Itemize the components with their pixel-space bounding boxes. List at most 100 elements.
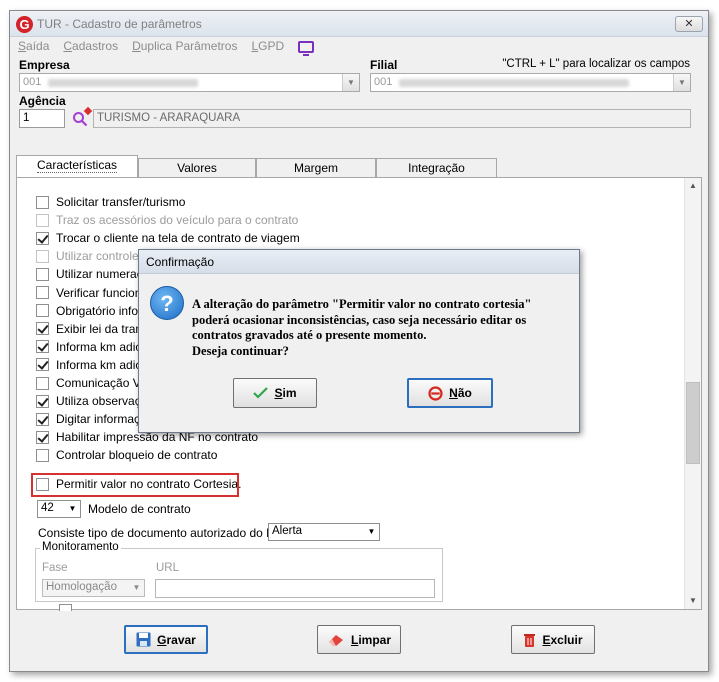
checkbox[interactable] — [59, 604, 72, 611]
menu-cadastros[interactable]: Cadastros — [63, 39, 118, 57]
message-line: Deseja continuar? — [192, 343, 289, 358]
limpar-label: Limpar — [350, 632, 392, 647]
checkbox-label: Trocar o cliente na tela de contrato de … — [56, 231, 300, 246]
nao-label: Não — [449, 386, 472, 400]
message-line: A alteração do parâmetro "Permitir valor… — [192, 297, 532, 311]
chevron-down-icon[interactable]: ▼ — [673, 74, 690, 91]
checkbox[interactable] — [36, 394, 49, 408]
dialog-title[interactable]: Confirmação — [139, 250, 579, 274]
chevron-down-icon[interactable]: ▼ — [342, 74, 359, 91]
limpar-button[interactable]: Limpar — [317, 625, 401, 654]
dialog-message: A alteração do parâmetro "Permitir valor… — [192, 297, 572, 359]
checkbox[interactable] — [36, 412, 49, 426]
tab-margem[interactable]: Margem — [256, 158, 376, 178]
checkbox-row[interactable]: Verificar funcionári — [36, 285, 155, 301]
agencia-code-input[interactable]: 1 — [19, 109, 65, 128]
checkbox-row[interactable]: Solicitar transfer/turismo — [36, 194, 185, 210]
checkbox[interactable] — [36, 430, 49, 444]
search-hint: "CTRL + L" para localizar os campos — [502, 58, 690, 70]
agencia-label: Agência — [19, 94, 66, 108]
checkbox-row[interactable]: Traz os acessórios do veículo para o con… — [36, 212, 298, 228]
menu-duplica-parametros[interactable]: Duplica Parâmetros — [132, 39, 237, 57]
vertical-scrollbar[interactable]: ▲ ▼ — [684, 178, 701, 609]
window-title: TUR - Cadastro de parâmetros — [37, 17, 202, 31]
prohibited-icon — [428, 385, 443, 401]
modelo-label: Modelo de contrato — [88, 502, 191, 516]
gravar-button[interactable]: Gravar — [124, 625, 208, 654]
checkbox-row[interactable]: Trocar o cliente na tela de contrato de … — [36, 230, 300, 246]
url-input[interactable] — [155, 579, 435, 598]
scroll-up-icon[interactable]: ▲ — [685, 178, 701, 194]
checkbox[interactable] — [36, 231, 49, 245]
checkbox[interactable] — [36, 448, 49, 462]
checkbox[interactable] — [36, 304, 49, 318]
consiste-select[interactable]: Alerta ▼ — [268, 523, 380, 541]
consiste-label: Consiste tipo de documento autorizado do… — [38, 526, 291, 540]
question-icon: ? — [150, 286, 184, 320]
chevron-down-icon[interactable]: ▼ — [129, 580, 144, 596]
menu-saida[interactable]: Saída — [18, 39, 49, 57]
redacted-text — [399, 79, 629, 87]
filial-label: Filial — [370, 58, 398, 72]
save-icon — [136, 632, 151, 647]
sim-button[interactable]: Sim — [233, 378, 317, 408]
scroll-down-icon[interactable]: ▼ — [685, 593, 701, 609]
highlight-box — [31, 473, 239, 497]
filial-value: 001 — [374, 76, 393, 88]
checkbox[interactable] — [36, 358, 49, 372]
excluir-button[interactable]: Excluir — [511, 625, 595, 654]
checkbox[interactable] — [36, 195, 49, 209]
checkbox-label: Solicitar transfer/turismo — [56, 195, 186, 209]
tab-strip: Características Valores Margem Integraçã… — [16, 155, 497, 178]
menu-bar: Saída Cadastros Duplica Parâmetros LGPD — [18, 39, 315, 57]
checkbox-row[interactable]: Controlar bloqueio de contrato — [36, 447, 217, 463]
modelo-select[interactable]: 42 ▼ — [37, 500, 81, 518]
close-button[interactable]: ✕ — [675, 16, 703, 32]
confirmation-dialog: Confirmação ? A alteração do parâmetro "… — [138, 249, 580, 433]
empresa-value: 001 — [23, 76, 42, 88]
sim-label: Sim — [274, 386, 297, 400]
app-logo-icon: G — [16, 16, 33, 33]
agencia-name-field: TURISMO - ARARAQUARA — [93, 109, 691, 128]
redacted-text — [48, 79, 198, 87]
nao-button[interactable]: Não — [407, 378, 493, 408]
checkbox[interactable] — [36, 249, 49, 263]
clipped-row — [59, 603, 359, 611]
message-line: poderá ocasionar inconsistências, caso s… — [192, 312, 527, 327]
chevron-down-icon[interactable]: ▼ — [65, 501, 80, 517]
modelo-value: 42 — [41, 502, 54, 514]
message-line: contratos gravados até o presente moment… — [192, 328, 427, 342]
monitoramento-title: Monitoramento — [40, 541, 121, 553]
filial-select[interactable]: 001 ▼ — [370, 73, 691, 92]
checkbox-row[interactable]: Utiliza observação — [36, 393, 154, 409]
consiste-value: Alerta — [272, 525, 303, 537]
checkbox-label: Controlar bloqueio de contrato — [56, 448, 218, 463]
checkbox[interactable] — [36, 376, 49, 390]
checkbox[interactable] — [36, 322, 49, 336]
url-label: URL — [156, 562, 180, 574]
menu-lgpd[interactable]: LGPD — [251, 39, 284, 57]
eraser-icon — [328, 634, 343, 646]
tab-integracao[interactable]: Integração — [376, 158, 497, 178]
checkbox-label: Traz os acessórios do veículo para o con… — [56, 213, 299, 228]
monitoramento-group: Monitoramento Fase Homologação ▼ URL — [35, 541, 443, 602]
trash-icon — [524, 634, 536, 647]
monitor-icon[interactable] — [298, 41, 315, 56]
excluir-label: Excluir — [542, 632, 583, 647]
title-bar[interactable]: G TUR - Cadastro de parâmetros ✕ — [10, 11, 708, 37]
scroll-thumb[interactable] — [686, 382, 700, 464]
empresa-label: Empresa — [19, 58, 70, 72]
tab-valores[interactable]: Valores — [138, 158, 256, 178]
chevron-down-icon[interactable]: ▼ — [364, 524, 379, 540]
checkbox[interactable] — [36, 286, 49, 299]
checkbox[interactable] — [36, 213, 49, 227]
fase-label: Fase — [42, 562, 68, 574]
fase-select[interactable]: Homologação ▼ — [42, 579, 145, 597]
fase-value: Homologação — [46, 581, 117, 593]
empresa-select[interactable]: 001 ▼ — [19, 73, 360, 92]
checkbox[interactable] — [36, 340, 49, 354]
check-icon — [253, 387, 269, 399]
tab-caracteristicas[interactable]: Características — [16, 155, 138, 178]
checkbox[interactable] — [36, 267, 49, 281]
gravar-label: Gravar — [157, 632, 196, 647]
